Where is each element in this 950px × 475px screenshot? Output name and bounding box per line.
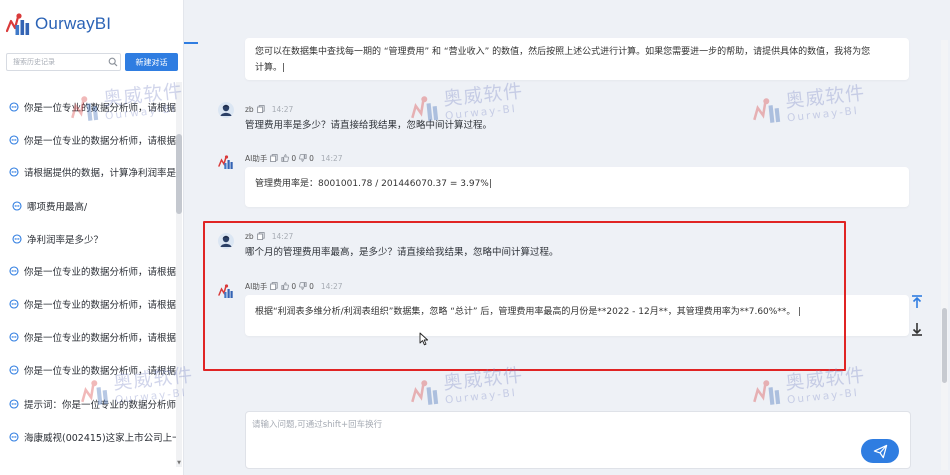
search-row: 新建对话: [6, 53, 178, 71]
ai-avatar-icon: [218, 155, 233, 169]
history-item-label: 请根据提供的数据，计算净利润率是: [24, 168, 176, 179]
chat-input[interactable]: [252, 418, 852, 458]
history-item-label: 净利润率是多少？: [27, 235, 104, 246]
chat-icon: [9, 432, 19, 442]
history-item-label: 哪项费用最高/: [27, 202, 88, 213]
history-scrollbar-thumb[interactable]: [176, 134, 182, 214]
history-item[interactable]: 你是一位专业的数据分析师，请根据: [0, 360, 176, 380]
dislike-count: 0: [309, 281, 314, 291]
copy-icon[interactable]: [270, 154, 278, 162]
history-item-label: 你是一位专业的数据分析师，请根据: [24, 333, 176, 344]
history-item[interactable]: 海康威视(002415)这家上市公司上一: [0, 427, 176, 447]
ai-message-text: 计算。|: [255, 63, 286, 73]
chat-scrollbar[interactable]: [941, 40, 948, 470]
history-list: 你是一位专业的数据分析师，请根据 你是一位专业的数据分析师，请根据 请根据提供的…: [0, 90, 176, 470]
history-item-label: 你是一位专业的数据分析师，请根据: [24, 267, 176, 278]
history-item[interactable]: 你是一位专业的数据分析师，请根据: [0, 327, 176, 347]
like-count: 0: [291, 281, 297, 291]
new-chat-button[interactable]: 新建对话: [125, 53, 178, 71]
thumbs-down-icon[interactable]: [299, 154, 307, 162]
history-scrollbar[interactable]: ▼: [176, 82, 182, 467]
message-author: AI助手: [245, 281, 268, 291]
message-meta: zb 14:27: [245, 230, 293, 242]
message-author: zb: [245, 104, 254, 114]
send-icon: [873, 444, 887, 458]
user-avatar-icon: [218, 102, 234, 118]
scroll-to-bottom-icon[interactable]: [909, 321, 925, 337]
user-question-text: 管理费用率是多少？请直接给我结果，忽略中间计算过程。: [245, 120, 493, 131]
history-item[interactable]: 净利润率是多少？: [0, 229, 176, 249]
history-item[interactable]: 你是一位专业的数据分析师，请根据: [0, 261, 176, 281]
user-question-text: 哪个月的管理费用率最高，是多少？请直接给我结果，忽略中间计算过程。: [245, 247, 559, 258]
message-time: 14:27: [320, 153, 343, 163]
ai-avatar-icon: [218, 284, 233, 298]
history-item[interactable]: 请根据提供的数据，计算净利润率是: [0, 162, 176, 182]
history-item-label: 你是一位专业的数据分析师，请根据: [24, 136, 176, 147]
app-logo: OurwayBI: [6, 9, 111, 39]
message-meta: zb 14:27: [245, 103, 293, 115]
thumbs-down-icon[interactable]: [299, 282, 307, 290]
copy-icon[interactable]: [270, 282, 278, 290]
scroll-to-top-icon[interactable]: [909, 294, 925, 310]
message-time: 14:27: [271, 231, 294, 241]
chat-panel: 您可以在数据集中查找每一期的 “管理费用” 和 “营业收入” 的数值，然后按照上…: [184, 0, 950, 475]
ai-message-card: 您可以在数据集中查找每一期的 “管理费用” 和 “营业收入” 的数值，然后按照上…: [245, 38, 909, 80]
message-author: AI助手: [245, 153, 268, 163]
history-item-label: 海康威视(002415)这家上市公司上一: [24, 433, 176, 444]
scroll-down-arrow-icon[interactable]: ▼: [176, 459, 182, 467]
message-time: 14:27: [271, 104, 294, 114]
ai-message-card: 根据“利润表多维分析/利润表组织”数据集，忽略 “总计” 后，管理费用率最高的月…: [245, 295, 909, 336]
chat-icon: [9, 399, 19, 409]
chat-icon: [9, 332, 19, 342]
app-window: OurwayBI 新建对话 你是一位专业的数据分析师，请根据 你是一位专业的数据…: [0, 0, 950, 475]
like-count: 0: [291, 153, 297, 163]
chat-input-box: [245, 411, 911, 469]
chat-icon: [9, 167, 19, 177]
chat-icon: [9, 135, 19, 145]
copy-icon[interactable]: [256, 105, 265, 113]
history-item[interactable]: 你是一位专业的数据分析师，请根据: [0, 130, 176, 150]
user-avatar-icon: [218, 233, 234, 249]
chat-icon: [9, 266, 19, 276]
active-tab-indicator: [184, 42, 198, 44]
history-item-label: 你是一位专业的数据分析师，请根据: [24, 103, 176, 114]
chat-icon: [9, 365, 19, 375]
chat-icon: [12, 201, 22, 211]
thumbs-up-icon[interactable]: [281, 282, 290, 290]
message-meta: AI助手 0 0 14:27: [245, 152, 343, 164]
history-item-label: 你是一位专业的数据分析师，请根据: [24, 300, 176, 311]
history-item-label: 提示词：你是一位专业的数据分析师: [24, 400, 176, 411]
history-item[interactable]: 提示词：你是一位专业的数据分析师: [0, 394, 176, 414]
history-search-input[interactable]: [6, 53, 121, 71]
history-item[interactable]: 你是一位专业的数据分析师，请根据: [0, 294, 176, 314]
message-time: 14:27: [320, 281, 343, 291]
search-icon[interactable]: [108, 57, 118, 67]
chat-icon: [9, 102, 19, 112]
message-meta: AI助手 0 0 14:27: [245, 280, 343, 292]
mouse-cursor-icon: [419, 332, 429, 346]
sidebar: OurwayBI 新建对话 你是一位专业的数据分析师，请根据 你是一位专业的数据…: [0, 0, 184, 475]
copy-icon[interactable]: [256, 232, 265, 240]
history-item-label: 你是一位专业的数据分析师，请根据: [24, 366, 176, 377]
ai-message-text: 根据“利润表多维分析/利润表组织”数据集，忽略 “总计” 后，管理费用率最高的月…: [255, 307, 802, 317]
dislike-count: 0: [309, 153, 314, 163]
ai-message-card: 管理费用率是：8001001.78 / 201446070.37 = 3.97%…: [245, 167, 909, 207]
ai-message-text: 管理费用率是：8001001.78 / 201446070.37 = 3.97%…: [255, 179, 492, 189]
chat-icon: [9, 299, 19, 309]
history-item[interactable]: 你是一位专业的数据分析师，请根据: [0, 97, 176, 117]
message-author: zb: [245, 231, 254, 241]
chat-scrollbar-thumb[interactable]: [942, 308, 947, 383]
thumbs-up-icon[interactable]: [281, 154, 290, 162]
ourway-logo-icon: [6, 13, 30, 35]
send-button[interactable]: [861, 439, 899, 463]
history-item[interactable]: 哪项费用最高/: [0, 196, 176, 216]
chat-icon: [12, 234, 22, 244]
logo-text: OurwayBI: [35, 14, 112, 33]
ai-message-text: 您可以在数据集中查找每一期的 “管理费用” 和 “营业收入” 的数值，然后按照上…: [255, 47, 871, 57]
